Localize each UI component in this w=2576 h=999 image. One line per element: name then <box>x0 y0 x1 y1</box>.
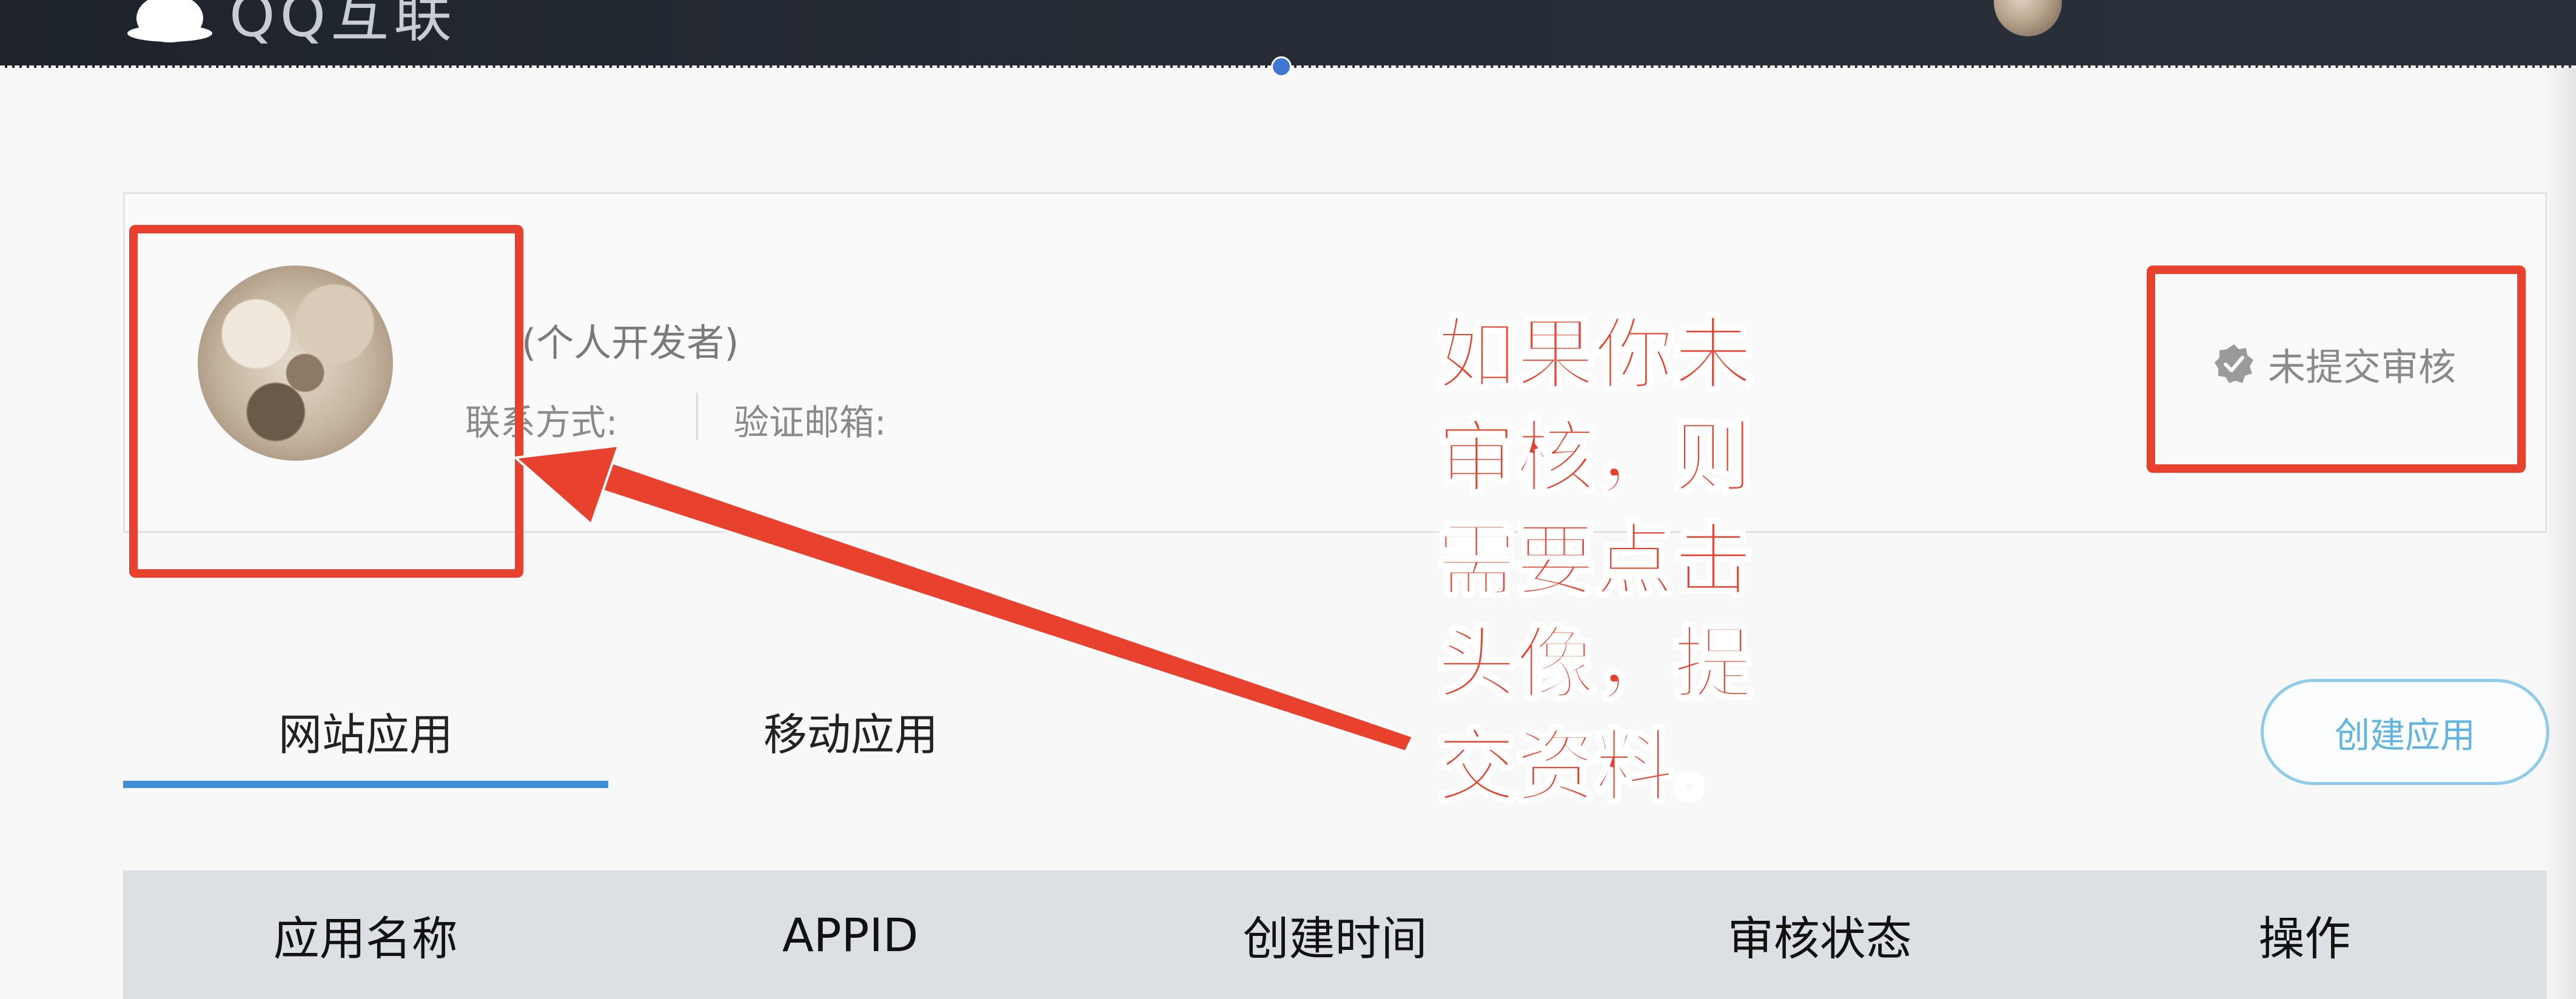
create-app-button[interactable]: 创建应用 <box>2261 679 2549 785</box>
tab-website-apps[interactable]: 网站应用 <box>123 679 608 788</box>
column-created-time: 创建时间 <box>1243 912 1427 966</box>
developer-type: (个人开发者) <box>522 321 739 365</box>
selection-handle-dot <box>1271 56 1292 77</box>
column-app-name: 应用名称 <box>273 912 458 966</box>
column-actions: 操作 <box>2258 912 2351 966</box>
tab-mobile-apps[interactable]: 移动应用 <box>608 679 1093 782</box>
brand-title[interactable]: QQ互联 <box>229 0 457 53</box>
verified-email-label: 验证邮箱: <box>734 402 887 443</box>
qq-penguin-logo-icon <box>127 0 212 42</box>
annotation-instruction-text: 如果你未审核，则需要点击头像，提交资料。 <box>1437 308 1754 814</box>
info-separator <box>696 393 698 440</box>
column-appid: APPID <box>782 907 919 962</box>
annotation-box-avatar <box>129 225 523 578</box>
user-avatar-icon[interactable] <box>1994 0 2062 36</box>
top-navigation-bar: QQ互联 <box>0 0 2576 77</box>
annotation-box-status <box>2147 266 2526 473</box>
apps-table-header: 应用名称 APPID 创建时间 审核状态 操作 <box>123 870 2547 999</box>
app-type-tabs: 网站应用 移动应用 <box>123 679 1093 788</box>
column-review-status: 审核状态 <box>1727 912 1912 966</box>
